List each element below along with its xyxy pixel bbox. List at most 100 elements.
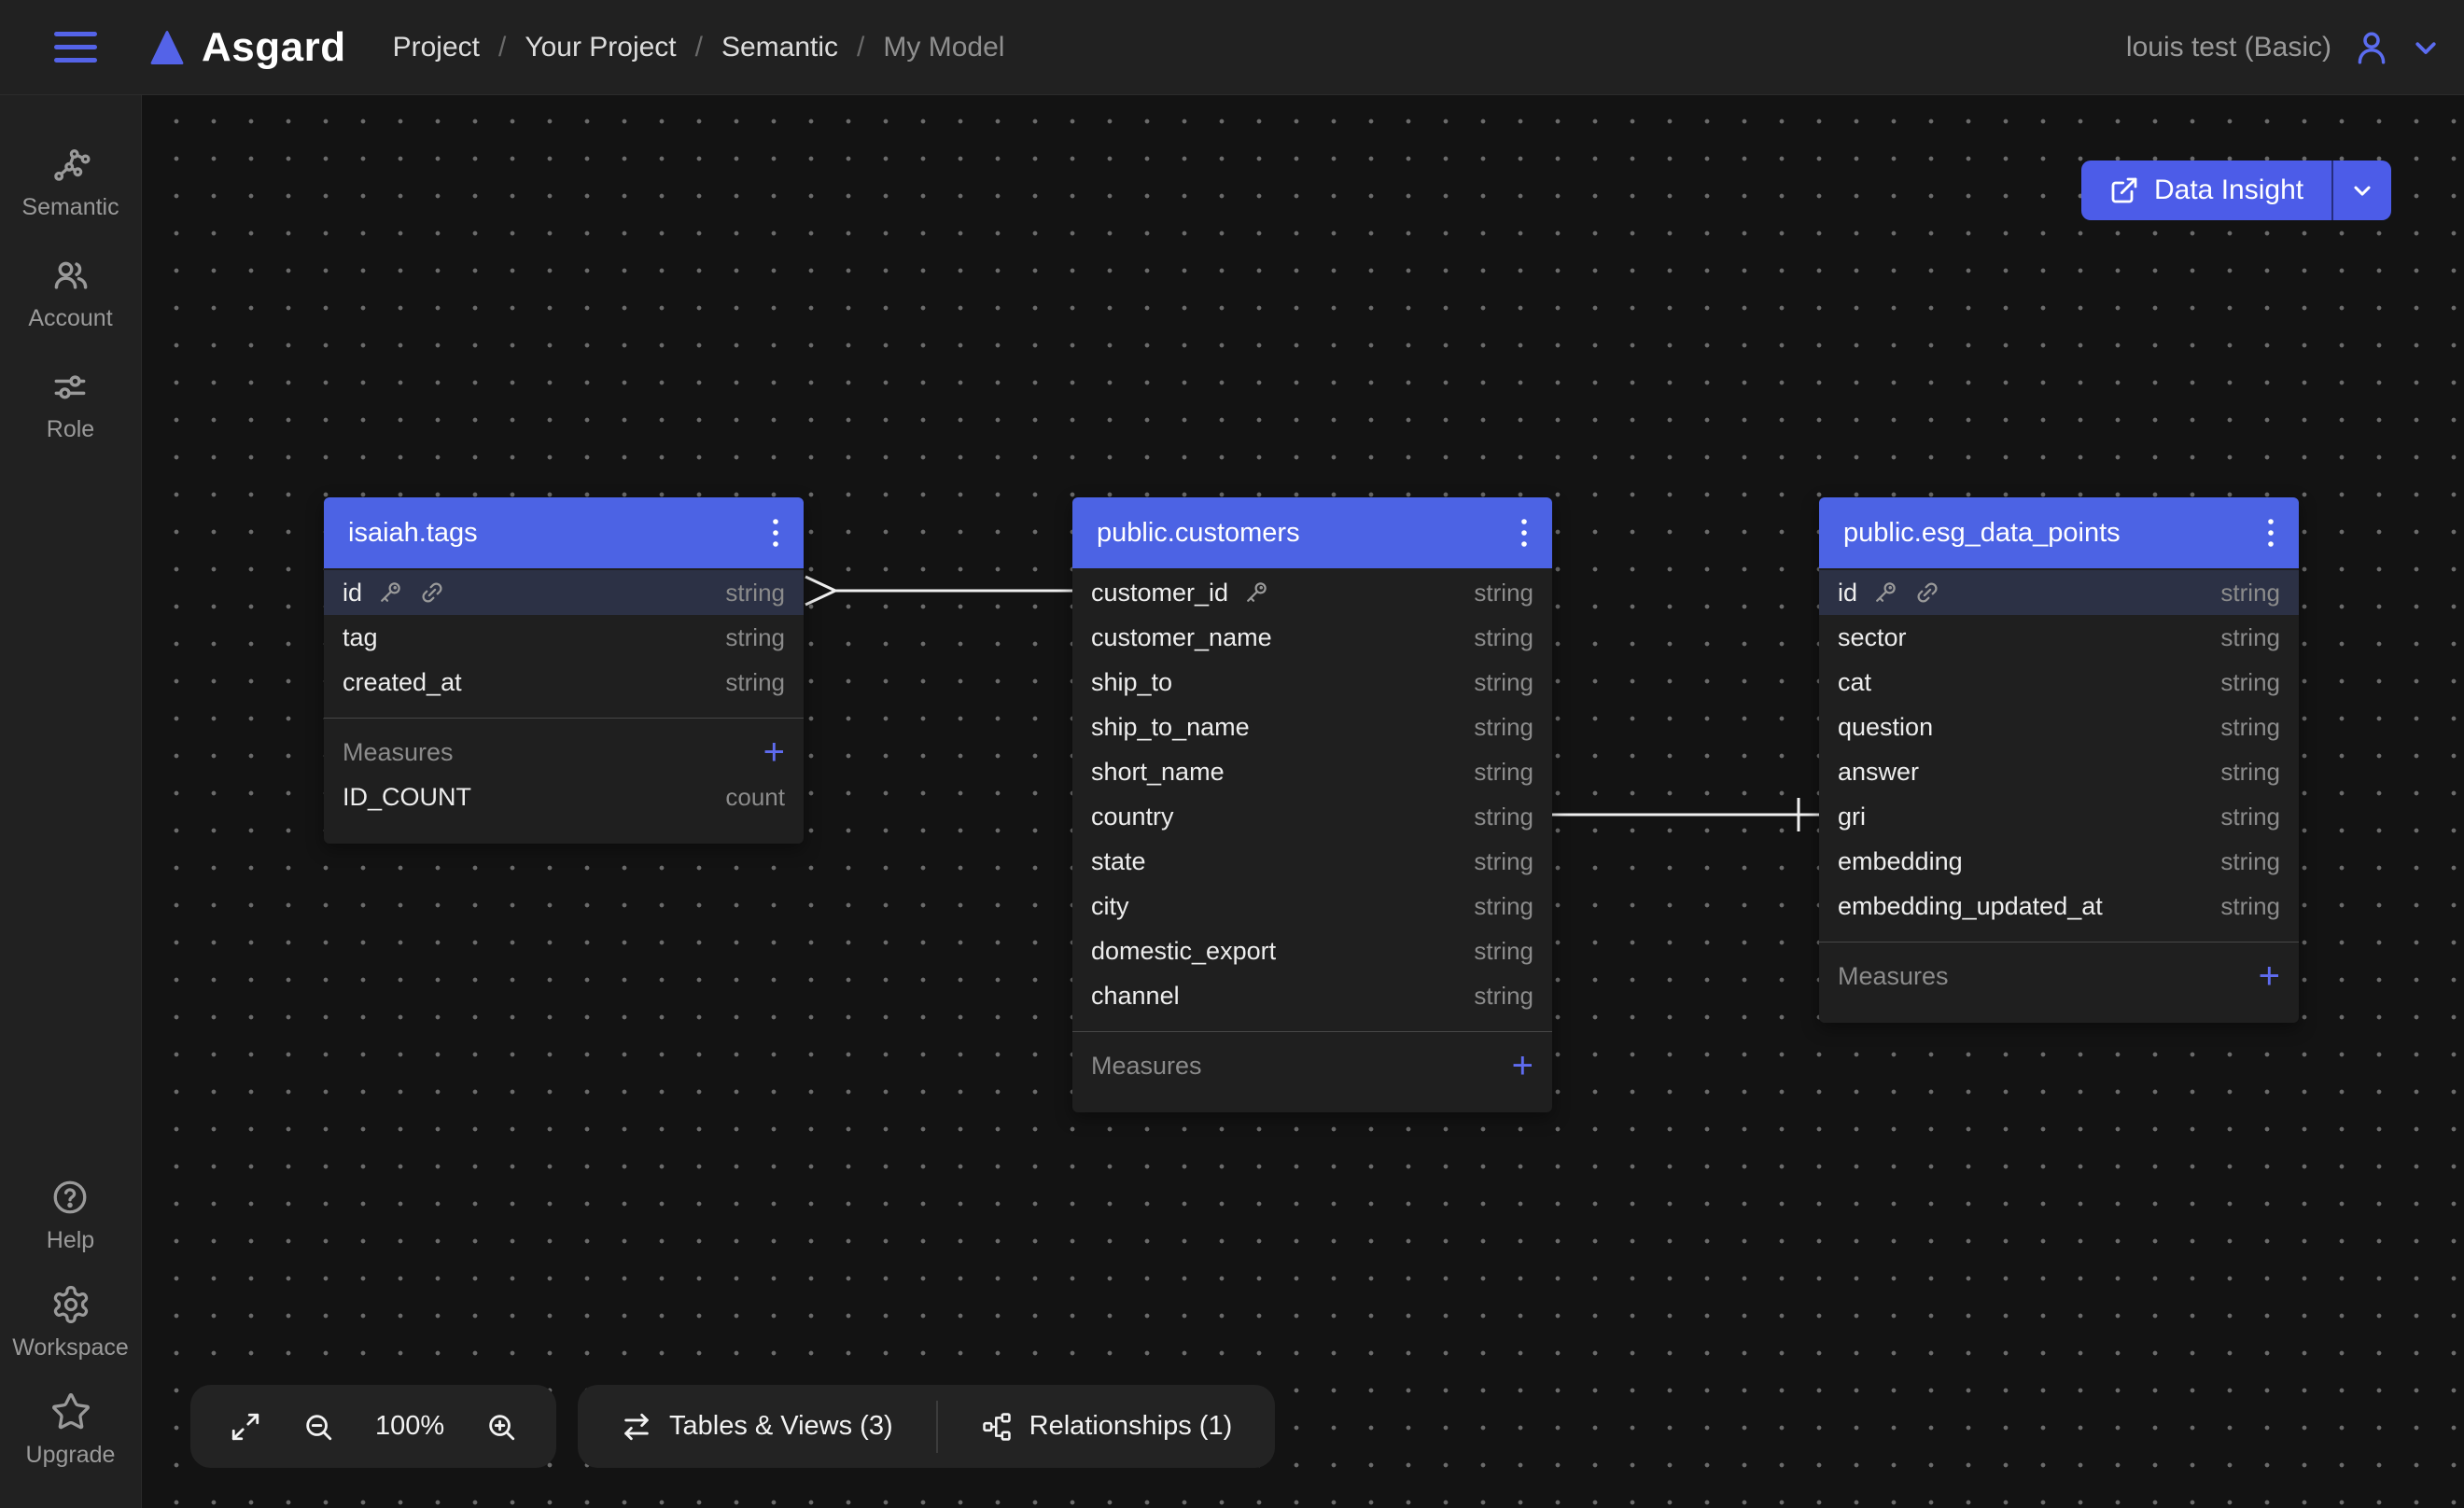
field-type: string [2220, 713, 2280, 742]
star-icon [50, 1391, 91, 1432]
table-card-header[interactable]: public.esg_data_points [1819, 497, 2299, 568]
field-name: answer [1838, 758, 1919, 787]
field-row-embedding_updated_at[interactable]: embedding_updated_atstring [1819, 884, 2299, 929]
users-icon [50, 255, 91, 296]
table-card-header[interactable]: isaiah.tags [324, 497, 804, 568]
primary-key-icon [376, 579, 404, 607]
field-type: string [1474, 803, 1533, 831]
field-row-embedding[interactable]: embeddingstring [1819, 839, 2299, 884]
field-row-sector[interactable]: sectorstring [1819, 615, 2299, 660]
field-row-channel[interactable]: channelstring [1072, 973, 1552, 1018]
zoom-out-button[interactable] [302, 1411, 334, 1443]
field-type: string [1474, 623, 1533, 652]
triangle-logo-icon [147, 28, 187, 67]
sidebar-item-workspace[interactable]: Workspace [12, 1284, 129, 1361]
field-row-customer_name[interactable]: customer_namestring [1072, 615, 1552, 660]
breadcrumb: Project / Your Project / Semantic / My M… [393, 32, 1005, 63]
chevron-down-icon[interactable] [2412, 34, 2440, 62]
field-row-state[interactable]: statestring [1072, 839, 1552, 884]
crow-foot-many-marker [805, 577, 835, 605]
user-menu[interactable]: louis test (Basic) [2126, 28, 2440, 67]
gear-icon [50, 1284, 91, 1325]
measures-header: Measures + [1819, 954, 2299, 998]
field-row-created_at[interactable]: created_atstring [324, 660, 804, 705]
table-card-public-esg-data-points[interactable]: public.esg_data_points idstringsectorstr… [1819, 497, 2299, 1023]
user-avatar-icon[interactable] [2352, 28, 2391, 67]
field-type: string [1474, 892, 1533, 921]
link-icon [1913, 579, 1941, 607]
left-sidebar: Semantic Account Role H [0, 95, 142, 1508]
sidebar-item-semantic[interactable]: Semantic [21, 144, 119, 221]
field-row-cat[interactable]: catstring [1819, 660, 2299, 705]
field-name: ship_to [1091, 668, 1172, 697]
sidebar-label: Help [47, 1227, 94, 1254]
field-row-short_name[interactable]: short_name string [1072, 749, 1552, 794]
field-row-city[interactable]: citystring [1072, 884, 1552, 929]
field-row-answer[interactable]: answer string [1819, 749, 2299, 794]
measures-label: Measures [1838, 962, 1949, 991]
measure-name: ID_COUNT [343, 783, 471, 812]
breadcrumb-semantic[interactable]: Semantic [721, 32, 838, 63]
field-row-ship_to_name[interactable]: ship_to_namestring [1072, 705, 1552, 749]
field-name: country [1091, 803, 1174, 831]
add-measure-button[interactable]: + [2259, 957, 2280, 995]
measure-row-ID_COUNT[interactable]: ID_COUNTcount [324, 775, 804, 819]
field-row-question[interactable]: questionstring [1819, 705, 2299, 749]
diagram-canvas[interactable]: Data Insight isaiah.tags idstringtagstri… [142, 95, 2464, 1508]
data-insight-button[interactable]: Data Insight [2081, 161, 2391, 220]
field-row-customer_id[interactable]: customer_idstring [1072, 570, 1552, 615]
field-row-gri[interactable]: gristring [1819, 794, 2299, 839]
relationships-icon [981, 1411, 1013, 1443]
field-type: string [2220, 892, 2280, 921]
breadcrumb-your-project[interactable]: Your Project [525, 32, 676, 63]
field-type: string [725, 579, 785, 607]
breadcrumb-separator: / [498, 32, 506, 63]
relationships-tab[interactable]: Relationships (1) [938, 1411, 1276, 1443]
field-row-domestic_export[interactable]: domestic_exportstring [1072, 929, 1552, 973]
field-name: created_at [343, 668, 462, 697]
sidebar-item-upgrade[interactable]: Upgrade [26, 1391, 116, 1469]
add-measure-button[interactable]: + [1512, 1047, 1533, 1084]
field-row-id[interactable]: idstring [324, 570, 804, 615]
breadcrumb-my-model: My Model [883, 32, 1004, 63]
field-row-tag[interactable]: tagstring [324, 615, 804, 660]
field-row-id[interactable]: idstring [1819, 570, 2299, 615]
app-name: Asgard [202, 24, 346, 71]
table-card-isaiah-tags[interactable]: isaiah.tags idstringtagstringcreated_ats… [324, 497, 804, 844]
zoom-controls: 100% [190, 1385, 556, 1468]
relationships-label: Relationships (1) [1029, 1411, 1233, 1442]
breadcrumb-project[interactable]: Project [393, 32, 480, 63]
relationship-customers-esg[interactable] [1552, 798, 1819, 831]
kebab-menu-icon[interactable] [1520, 517, 1528, 549]
relationship-tags-customers[interactable] [805, 577, 1072, 605]
field-row-country[interactable]: country string [1072, 794, 1552, 839]
field-type: string [2220, 579, 2280, 607]
field-type: string [2220, 758, 2280, 787]
fit-view-button[interactable] [230, 1411, 261, 1443]
app-logo[interactable]: Asgard [147, 24, 346, 71]
field-name: sector [1838, 623, 1907, 652]
kebab-menu-icon[interactable] [772, 517, 779, 549]
field-name: short_name [1091, 758, 1225, 787]
field-type: string [1474, 758, 1533, 787]
field-type: string [1474, 847, 1533, 876]
kebab-menu-icon[interactable] [2267, 517, 2275, 549]
zoom-in-button[interactable] [485, 1411, 517, 1443]
sidebar-item-help[interactable]: Help [47, 1177, 94, 1254]
table-card-public-customers[interactable]: public.customers customer_idstringcustom… [1072, 497, 1552, 1112]
table-card-header[interactable]: public.customers [1072, 497, 1552, 568]
data-insight-main[interactable]: Data Insight [2081, 161, 2333, 220]
field-row-ship_to[interactable]: ship_tostring [1072, 660, 1552, 705]
data-insight-dropdown[interactable] [2333, 161, 2391, 220]
tables-views-tab[interactable]: Tables & Views (3) [578, 1411, 936, 1443]
add-measure-button[interactable]: + [763, 733, 785, 771]
zoom-level: 100% [375, 1411, 444, 1442]
measures-header: Measures+ [324, 730, 804, 775]
table-title: public.customers [1097, 518, 1300, 549]
measures-header: Measures+ [1072, 1043, 1552, 1088]
sidebar-item-role[interactable]: Role [47, 366, 94, 443]
hamburger-menu-icon[interactable] [54, 32, 97, 63]
sidebar-item-account[interactable]: Account [28, 255, 112, 332]
fields-list: idstringsectorstringcatstringquestionstr… [1819, 568, 2299, 929]
help-icon [49, 1177, 91, 1218]
